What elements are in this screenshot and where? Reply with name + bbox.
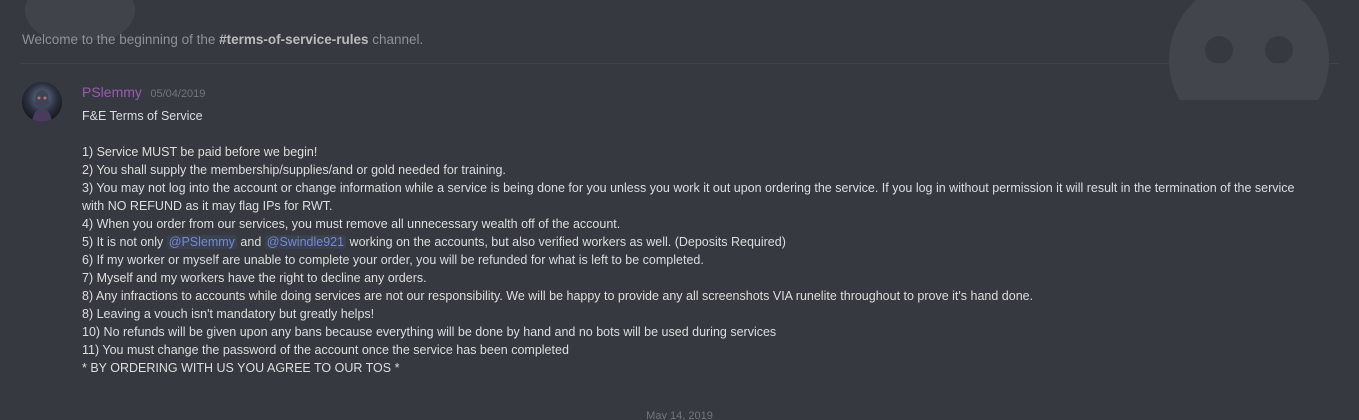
rule-10: 10) No refunds will be given upon any ba… bbox=[82, 325, 777, 339]
rule-1: 1) Service MUST be paid before we begin! bbox=[82, 145, 318, 159]
rule-4: 4) When you order from our services, you… bbox=[82, 217, 621, 231]
welcome-prefix: Welcome to the beginning of the bbox=[22, 32, 220, 47]
rule-2: 2) You shall supply the membership/suppl… bbox=[82, 163, 506, 177]
rule-5-prefix: 5) It is not only bbox=[82, 235, 167, 249]
avatar-image-icon bbox=[22, 82, 62, 122]
chat-view: Welcome to the beginning of the #terms-o… bbox=[0, 0, 1359, 420]
rule-7: 7) Myself and my workers have the right … bbox=[82, 271, 427, 285]
date-divider: May 14, 2019 bbox=[646, 410, 713, 420]
tos-title: F&E Terms of Service bbox=[82, 109, 203, 123]
rule-8b: 8) Leaving a vouch isn't mandatory but g… bbox=[82, 307, 375, 321]
mention-pslemmy[interactable]: @PSlemmy bbox=[166, 235, 237, 249]
discord-watermark-icon bbox=[1169, 0, 1329, 100]
rule-6: 6) If my worker or myself are unable to … bbox=[82, 253, 704, 267]
rule-5-and: and bbox=[236, 235, 265, 249]
mention-swindle921[interactable]: @Swindle921 bbox=[264, 235, 347, 249]
rule-3: 3) You may not log into the account or c… bbox=[82, 181, 1295, 213]
message-content: F&E Terms of Service 1) Service MUST be … bbox=[82, 107, 1322, 377]
message-timestamp: 05/04/2019 bbox=[150, 88, 206, 100]
rule-11: 11) You must change the password of the … bbox=[82, 343, 569, 357]
rule-5: 5) It is not only @PSlemmy and @Swindle9… bbox=[82, 233, 1322, 251]
message-header: PSlemmy 05/04/2019 bbox=[82, 84, 205, 102]
channel-welcome-text: Welcome to the beginning of the #terms-o… bbox=[22, 32, 423, 47]
author-name[interactable]: PSlemmy bbox=[82, 84, 142, 100]
avatar[interactable] bbox=[22, 82, 62, 122]
channel-name: #terms-of-service-rules bbox=[219, 32, 369, 47]
welcome-divider bbox=[20, 63, 1339, 64]
rule-8a: 8) Any infractions to accounts while doi… bbox=[82, 289, 1034, 303]
rule-5-suffix: working on the accounts, but also verifi… bbox=[346, 235, 786, 249]
tos-closing: * BY ORDERING WITH US YOU AGREE TO OUR T… bbox=[82, 361, 400, 375]
welcome-suffix: channel. bbox=[368, 32, 424, 47]
